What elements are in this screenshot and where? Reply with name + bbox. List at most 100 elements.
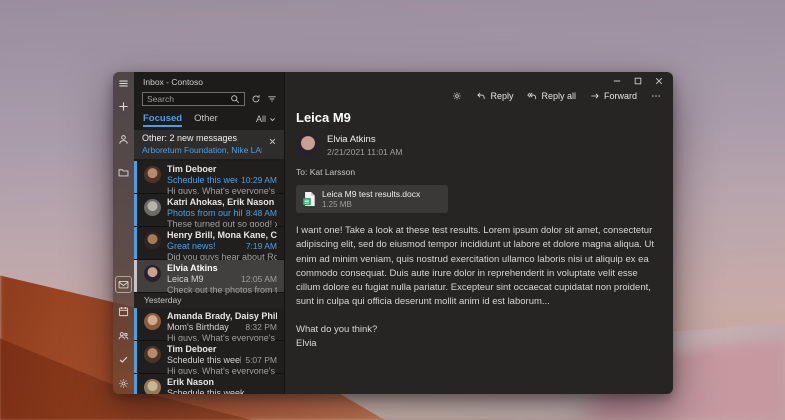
- email-subject: Mom's Birthday: [167, 321, 229, 332]
- close-icon[interactable]: [654, 76, 664, 86]
- email-list-item[interactable]: Tim Deboer Schedule this week 5:07 PM Hi…: [134, 340, 284, 376]
- unread-indicator-bar: [134, 259, 137, 292]
- unread-indicator-bar: [134, 307, 137, 340]
- unread-indicator-bar: [134, 373, 137, 394]
- more-ellipsis-icon[interactable]: [651, 91, 661, 101]
- attachment-filename: Leica M9 test results.docx: [322, 189, 421, 199]
- attachment-size: 1.25 MB: [322, 200, 352, 209]
- email-list: Tim Deboer Schedule this week 10:29 AM H…: [134, 160, 284, 394]
- email-subject: Leica M9: [167, 273, 204, 284]
- folders-icon[interactable]: [118, 167, 129, 178]
- body-paragraph: I want one! Take a look at these test re…: [296, 225, 655, 308]
- avatar: [144, 264, 161, 282]
- email-senders: Erik Nason: [167, 376, 215, 387]
- reply-icon: [477, 92, 485, 100]
- reply-all-icon: [527, 92, 537, 100]
- maximize-icon[interactable]: [633, 76, 643, 86]
- app-sidebar: [113, 72, 134, 394]
- contacts-person-icon[interactable]: [118, 134, 129, 145]
- email-list-item[interactable]: Tim Deboer Schedule this week 10:29 AM H…: [134, 160, 284, 196]
- calendar-icon[interactable]: [118, 306, 129, 317]
- reply-all-button[interactable]: Reply all: [527, 91, 576, 101]
- email-senders: Elvia Atkins: [167, 262, 218, 273]
- email-time: 8:48 AM: [245, 207, 277, 218]
- search-input[interactable]: [147, 94, 227, 104]
- body-question: What do you think?: [296, 323, 378, 335]
- hamburger-menu-icon[interactable]: [118, 78, 129, 89]
- settings-gear-icon[interactable]: [118, 378, 129, 389]
- avatar: [144, 312, 161, 330]
- email-senders: Amanda Brady, Daisy Phillips: [167, 310, 277, 321]
- reply-all-label: Reply all: [541, 91, 576, 101]
- inbox-tabs: Focused Other All: [134, 107, 284, 127]
- email-senders: Henry Brill, Mona Kane, Cecil Folk: [167, 229, 277, 240]
- forward-label: Forward: [603, 91, 637, 101]
- email-list-item[interactable]: Elvia Atkins Leica M9 12:05 AM Check out…: [134, 259, 284, 296]
- window-controls: [612, 76, 664, 86]
- reply-label: Reply: [490, 91, 514, 101]
- reading-pane: Reply Reply all Forward Leica M9 Elvia A…: [284, 72, 673, 394]
- search-box[interactable]: [142, 92, 245, 106]
- mail-icon: [118, 279, 129, 290]
- avatar: [144, 378, 161, 394]
- email-senders: Tim Deboer: [167, 163, 217, 174]
- message-subject: Leica M9: [296, 110, 351, 125]
- email-senders: Katri Ahokas, Erik Nason: [167, 196, 275, 207]
- email-list-item[interactable]: Erik Nason Schedule this week: [134, 373, 284, 394]
- unread-indicator-bar: [134, 193, 137, 226]
- window-title: Inbox - Contoso: [143, 77, 204, 87]
- email-time: 7:19 AM: [245, 240, 277, 251]
- attachment-card[interactable]: Leica M9 test results.docx 1.25 MB: [296, 185, 448, 213]
- message-sender-row: Elvia Atkins 2/21/2021 11:01 AM: [285, 125, 673, 157]
- avatar: [144, 345, 161, 363]
- forward-button[interactable]: Forward: [590, 91, 637, 101]
- email-preview: Check out the photos from this s: [167, 285, 277, 296]
- email-subject: Great news!: [167, 240, 216, 251]
- reply-button[interactable]: Reply: [476, 91, 513, 101]
- filter-icon[interactable]: [267, 94, 277, 104]
- tab-other[interactable]: Other: [194, 113, 218, 127]
- tasks-check-icon[interactable]: [118, 354, 129, 365]
- email-time: 12:05 AM: [241, 273, 277, 284]
- new-mail-icon[interactable]: [118, 101, 129, 112]
- filter-all-dropdown[interactable]: All: [256, 114, 276, 127]
- email-subject: Schedule this week: [167, 354, 242, 365]
- unread-indicator-bar: [134, 226, 137, 259]
- message-datetime: 2/21/2021 11:01 AM: [327, 146, 403, 157]
- banner-title: Other: 2 new messages: [142, 133, 238, 143]
- message-body: I want one! Take a look at these test re…: [285, 213, 673, 351]
- document-file-icon: [302, 191, 316, 207]
- sender-avatar: [296, 133, 320, 157]
- email-time: 5:07 PM: [245, 354, 277, 365]
- filter-all-label: All: [255, 114, 266, 124]
- body-signature: Elvia: [296, 337, 317, 349]
- banner-close-icon[interactable]: [269, 138, 276, 145]
- email-senders: Tim Deboer: [167, 343, 217, 354]
- chevron-down-icon: [270, 117, 275, 121]
- avatar: [144, 165, 161, 183]
- email-list-item[interactable]: Katri Ahokas, Erik Nason Photos from our…: [134, 193, 284, 229]
- sync-icon[interactable]: [251, 94, 261, 104]
- people-icon[interactable]: [118, 330, 129, 341]
- tab-focused[interactable]: Focused: [143, 113, 183, 127]
- email-list-item[interactable]: Henry Brill, Mona Kane, Cecil Folk Great…: [134, 226, 284, 262]
- unread-indicator-bar: [134, 160, 137, 193]
- avatar: [144, 198, 161, 216]
- mail-list-pane: Inbox - Contoso Focused Other All: [134, 72, 284, 394]
- forward-icon: [591, 93, 599, 99]
- email-list-item[interactable]: Amanda Brady, Daisy Phillips Mom's Birth…: [134, 307, 284, 343]
- search-icon[interactable]: [230, 94, 240, 104]
- sender-name: Elvia Atkins: [327, 133, 376, 145]
- email-subject: Photos from our hike on Maple: [167, 207, 242, 218]
- banner-subtitle: Arboretum Foundation, Nike LAB: [142, 144, 262, 155]
- unread-indicator-bar: [134, 340, 137, 373]
- email-time: 8:32 PM: [245, 321, 277, 332]
- gear-icon[interactable]: [452, 91, 462, 101]
- minimize-icon[interactable]: [612, 76, 622, 86]
- email-subject: Schedule this week: [167, 174, 238, 185]
- message-recipients: To: Kat Larsson: [296, 167, 356, 177]
- sidebar-mail-active[interactable]: [115, 276, 132, 293]
- email-time: 10:29 AM: [241, 174, 277, 185]
- other-messages-banner[interactable]: Other: 2 new messages Arboretum Foundati…: [134, 130, 284, 159]
- email-subject: Schedule this week: [167, 387, 245, 394]
